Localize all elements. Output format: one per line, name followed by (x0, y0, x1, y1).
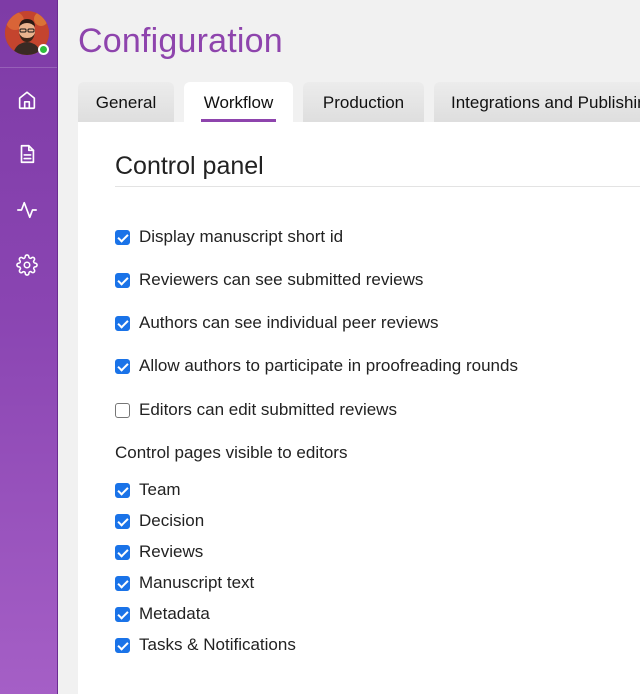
home-icon[interactable] (16, 89, 38, 111)
document-icon[interactable] (16, 143, 38, 165)
option-label: Team (139, 480, 181, 499)
tab-integrations-and-publishing[interactable]: Integrations and Publishing (434, 82, 640, 122)
section-divider (115, 186, 640, 187)
control-pages-label: Control pages visible to editors (115, 443, 348, 462)
checkbox[interactable] (115, 513, 130, 529)
checkbox[interactable] (115, 637, 130, 653)
option-reviewers-see-submitted-reviews[interactable]: Reviewers can see submitted reviews (115, 270, 423, 290)
online-status-indicator (38, 44, 49, 55)
sidebar (0, 0, 58, 694)
control-panel-section: Control panel Display manuscript short i… (78, 122, 640, 694)
tab-label: General (95, 93, 157, 112)
tab-label: Integrations and Publishing (451, 93, 640, 112)
option-authors-see-peer-reviews[interactable]: Authors can see individual peer reviews (115, 313, 439, 333)
checkbox[interactable] (115, 402, 130, 418)
checkbox[interactable] (115, 315, 130, 331)
option-label: Manuscript text (139, 573, 255, 592)
option-label: Metadata (139, 604, 210, 623)
checkbox[interactable] (115, 358, 130, 374)
option-label: Display manuscript short id (139, 227, 344, 246)
tab-workflow[interactable]: Workflow (184, 82, 293, 124)
gear-icon[interactable] (16, 254, 38, 276)
option-label: Tasks & Notifications (139, 635, 296, 654)
checkbox[interactable] (115, 575, 130, 591)
checkbox[interactable] (115, 606, 130, 622)
option-label: Decision (139, 511, 205, 530)
tab-label: Workflow (203, 93, 274, 112)
tab-label: Production (322, 93, 405, 112)
option-display-manuscript-short-id[interactable]: Display manuscript short id (115, 227, 343, 247)
checkbox[interactable] (115, 229, 130, 245)
page-option-tasks-notifications[interactable]: Tasks & Notifications (115, 635, 296, 655)
activity-icon[interactable] (16, 199, 38, 221)
option-label: Editors can edit submitted reviews (139, 400, 397, 419)
section-heading: Control panel (115, 152, 264, 180)
checkbox[interactable] (115, 544, 130, 560)
tab-general[interactable]: General (78, 82, 174, 122)
option-label: Allow authors to participate in proofrea… (139, 356, 518, 375)
user-menu[interactable] (5, 11, 49, 55)
page-option-metadata[interactable]: Metadata (115, 604, 210, 624)
page-title: Configuration (78, 22, 283, 60)
sidebar-divider (0, 67, 57, 68)
app-window: Configuration General Workflow Productio… (0, 0, 640, 694)
page-option-team[interactable]: Team (115, 480, 181, 500)
option-editors-edit-submitted-reviews[interactable]: Editors can edit submitted reviews (115, 400, 397, 420)
checkbox[interactable] (115, 272, 130, 288)
option-authors-proofreading-rounds[interactable]: Allow authors to participate in proofrea… (115, 356, 518, 376)
page-option-reviews[interactable]: Reviews (115, 542, 203, 562)
page-option-manuscript-text[interactable]: Manuscript text (115, 573, 254, 593)
page-option-decision[interactable]: Decision (115, 511, 204, 531)
option-label: Reviewers can see submitted reviews (139, 270, 424, 289)
tab-production[interactable]: Production (303, 82, 424, 122)
option-label: Authors can see individual peer reviews (139, 313, 439, 332)
option-label: Reviews (139, 542, 204, 561)
checkbox[interactable] (115, 482, 130, 498)
tab-bar: General Workflow Production Integrations… (78, 82, 640, 124)
